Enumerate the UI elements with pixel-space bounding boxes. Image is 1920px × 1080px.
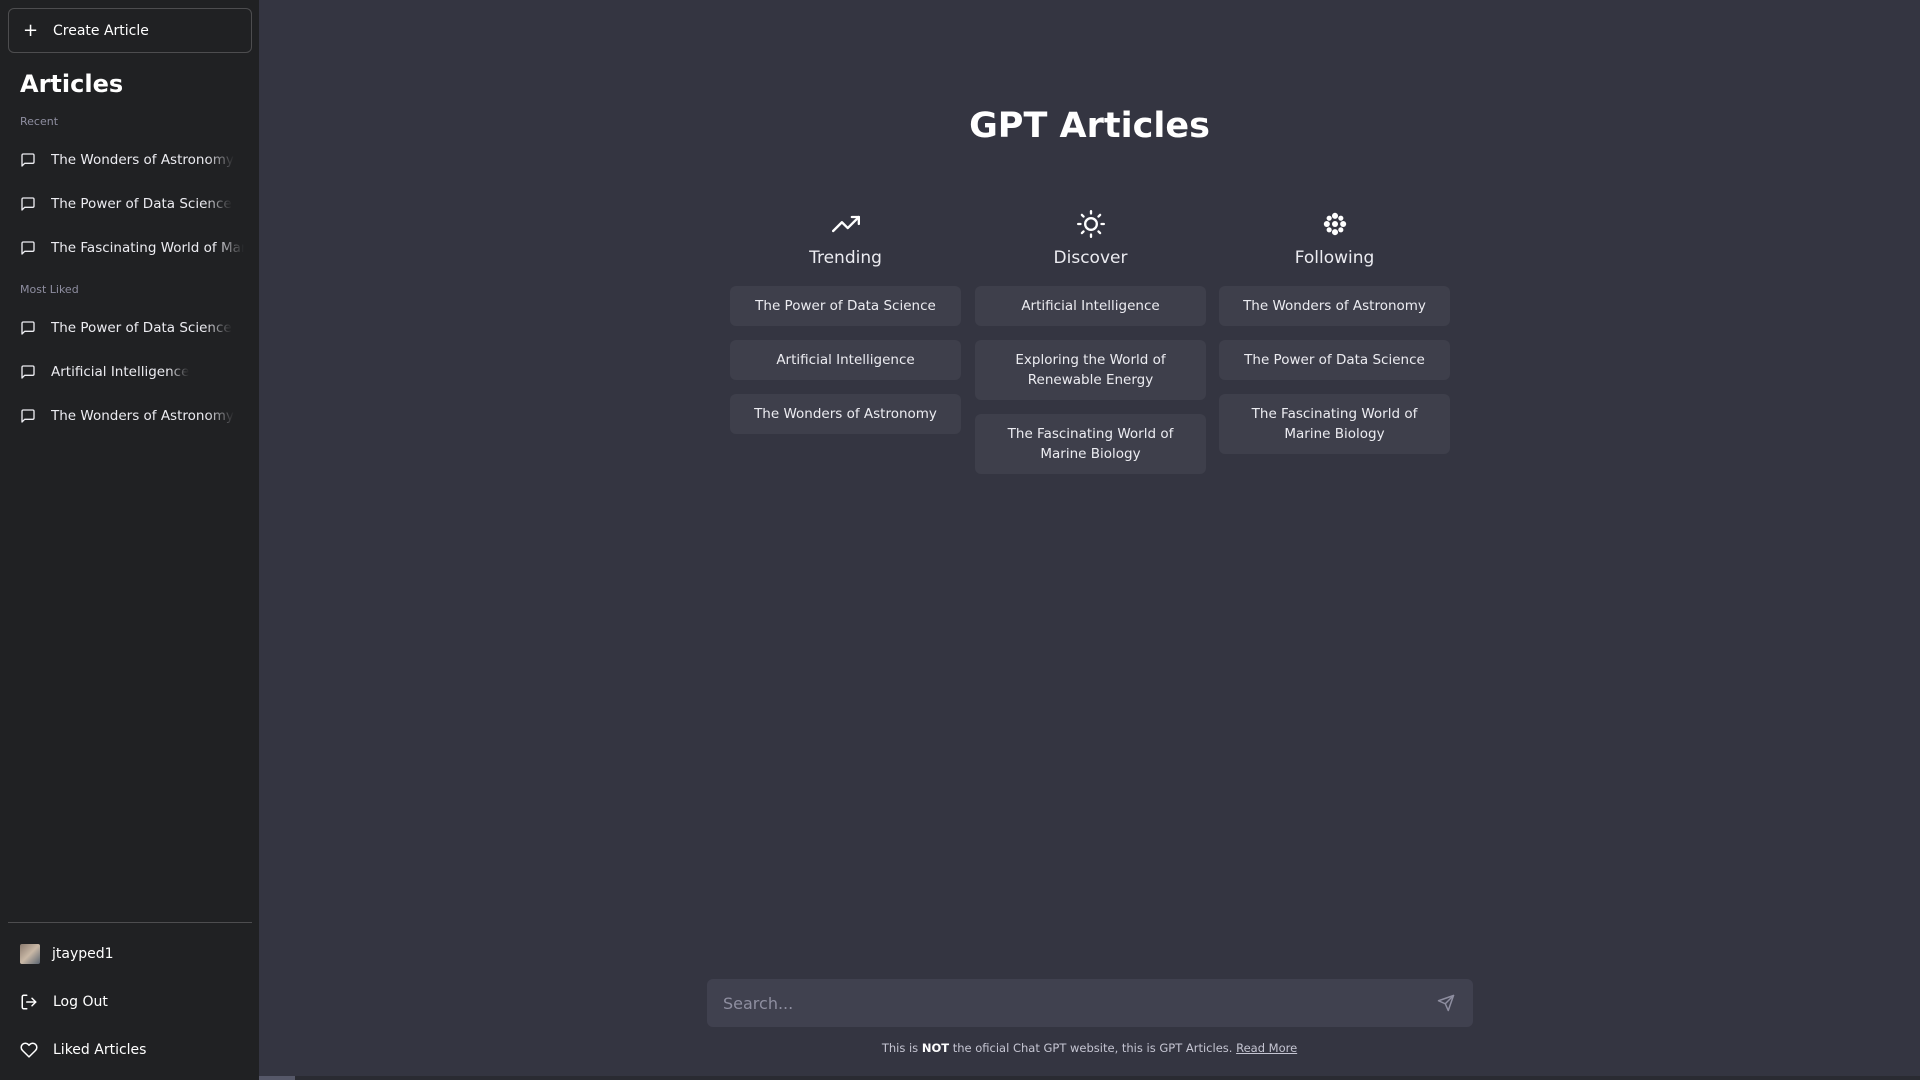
disclaimer-suffix: the oficial Chat GPT website, this is GP… — [949, 1041, 1237, 1055]
recent-section-label: Recent — [20, 115, 59, 128]
sidebar-item-most-liked[interactable]: The Power of Data Science — [8, 308, 244, 348]
logout-label: Log Out — [53, 994, 108, 1010]
column-heading: Trending — [809, 248, 882, 268]
disclaimer-prefix: This is — [881, 1041, 922, 1055]
liked-articles-label: Liked Articles — [53, 1042, 147, 1058]
page-title: GPT Articles — [969, 106, 1210, 146]
logout-icon — [21, 994, 37, 1010]
chat-bubble-icon — [21, 197, 35, 211]
article-card[interactable]: Exploring the World of Renewable Energy — [975, 340, 1206, 400]
sidebar-item-recent[interactable]: The Fascinating World of Marine Biology — [8, 228, 244, 268]
article-card[interactable]: Artificial Intelligence — [975, 286, 1206, 326]
article-card[interactable]: The Fascinating World of Marine Biology — [1219, 394, 1450, 454]
sidebar-item-recent[interactable]: The Power of Data Science — [8, 184, 244, 224]
sidebar-divider — [8, 922, 252, 923]
column-heading: Discover — [1053, 248, 1128, 268]
trending-up-icon — [831, 215, 860, 233]
chat-bubble-icon — [21, 365, 35, 379]
avatar — [20, 944, 40, 964]
article-card[interactable]: The Wonders of Astronomy — [730, 394, 961, 434]
user-profile-button[interactable]: jtayped1 — [8, 932, 252, 976]
logout-button[interactable]: Log Out — [8, 980, 252, 1024]
sidebar-item-most-liked[interactable]: Artificial Intelligence — [8, 352, 244, 392]
chat-bubble-icon — [21, 241, 35, 255]
trending-column: Trending The Power of Data Science Artif… — [730, 210, 961, 448]
heart-icon — [20, 1042, 38, 1058]
horizontal-scrollbar[interactable] — [259, 1076, 1920, 1080]
sidebar-item-recent[interactable]: The Wonders of Astronomy — [8, 140, 244, 180]
create-article-label: Create Article — [53, 22, 149, 39]
following-column: Following The Wonders of Astronomy The P… — [1219, 210, 1450, 468]
article-card[interactable]: Artificial Intelligence — [730, 340, 961, 380]
sidebar-item-label: The Power of Data Science — [51, 320, 232, 336]
sidebar-item-label: The Fascinating World of Marine Biology — [51, 240, 244, 256]
liked-articles-button[interactable]: Liked Articles — [8, 1028, 252, 1072]
chat-bubble-icon — [21, 321, 35, 335]
article-card[interactable]: The Power of Data Science — [730, 286, 961, 326]
flower-icon — [1323, 212, 1346, 236]
disclaimer: This is NOT the oficial Chat GPT website… — [259, 1041, 1920, 1055]
plus-icon: + — [23, 19, 39, 41]
read-more-link[interactable]: Read More — [1236, 1041, 1297, 1055]
column-heading: Following — [1294, 248, 1375, 268]
sidebar-item-most-liked[interactable]: The Wonders of Astronomy — [8, 396, 244, 436]
create-article-button[interactable]: + Create Article — [8, 8, 252, 53]
sidebar-item-label: The Wonders of Astronomy — [51, 152, 234, 168]
send-icon[interactable] — [1437, 994, 1455, 1012]
article-card[interactable]: The Wonders of Astronomy — [1219, 286, 1450, 326]
sidebar-item-label: Artificial Intelligence — [51, 364, 190, 380]
disclaimer-emphasis: NOT — [921, 1041, 950, 1055]
sidebar-item-label: The Power of Data Science — [51, 196, 232, 212]
article-card[interactable]: The Power of Data Science — [1219, 340, 1450, 380]
chat-bubble-icon — [21, 409, 35, 423]
sun-icon — [1076, 210, 1105, 238]
discover-column: Discover Artificial Intelligence Explori… — [975, 210, 1206, 488]
username: jtayped1 — [52, 946, 114, 962]
sidebar: + Create Article Articles Recent The Won… — [0, 0, 259, 1080]
chat-bubble-icon — [21, 153, 35, 167]
sidebar-title: Articles — [20, 70, 124, 98]
search-input[interactable] — [707, 992, 1437, 1014]
sidebar-item-label: The Wonders of Astronomy — [51, 408, 234, 424]
most-liked-section-label: Most Liked — [20, 283, 79, 296]
search-bar — [707, 979, 1473, 1027]
article-card[interactable]: The Fascinating World of Marine Biology — [975, 414, 1206, 474]
scrollbar-thumb[interactable] — [259, 1076, 295, 1080]
